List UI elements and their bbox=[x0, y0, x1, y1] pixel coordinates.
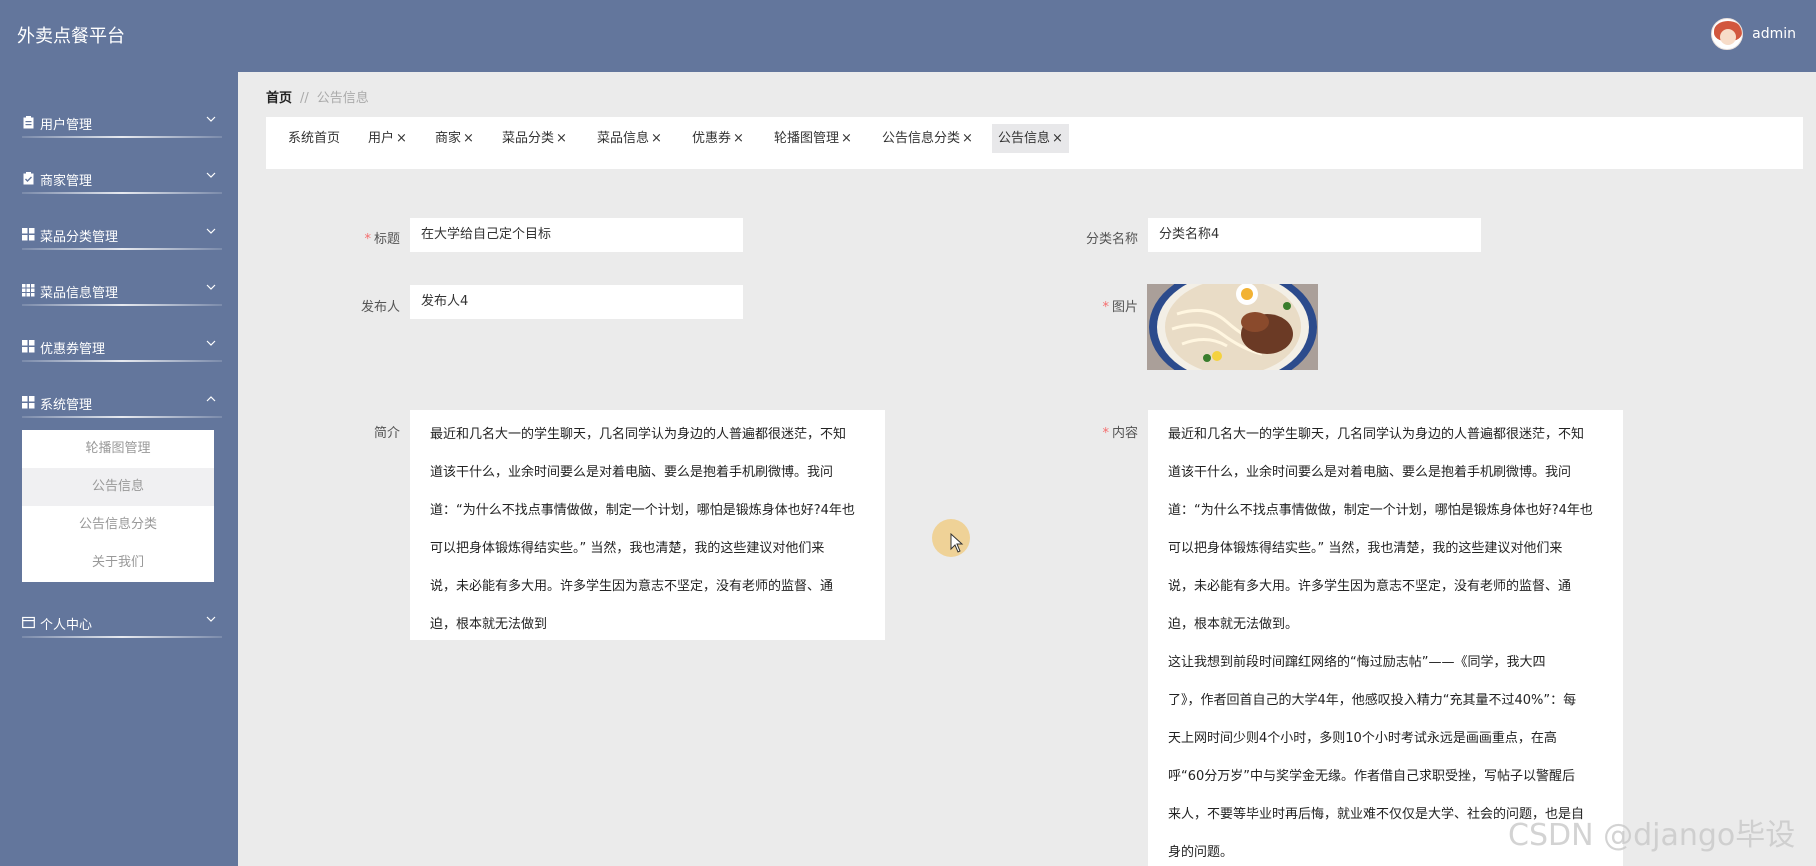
chevron-down-icon bbox=[206, 172, 216, 178]
tab-system-home[interactable]: 系统首页 bbox=[282, 124, 346, 153]
intro-text[interactable]: 最近和几名大一的学生聊天，几名同学认为身边的人普遍都很迷茫，不知 道该干什么，业… bbox=[410, 410, 885, 640]
divider bbox=[22, 416, 222, 418]
divider bbox=[22, 136, 222, 138]
chevron-down-icon bbox=[206, 284, 216, 290]
sidebar-item-label: 系统管理 bbox=[40, 398, 93, 413]
close-icon[interactable]: × bbox=[396, 131, 407, 146]
close-icon[interactable]: × bbox=[651, 131, 662, 146]
grid-icon bbox=[22, 396, 35, 409]
chevron-down-icon bbox=[206, 116, 216, 122]
title-label: * 标题 bbox=[364, 232, 400, 247]
close-icon[interactable]: × bbox=[962, 131, 973, 146]
category-label: 分类名称 bbox=[1085, 232, 1138, 247]
divider bbox=[22, 636, 222, 638]
breadcrumb: 首页 // 公告信息 bbox=[266, 87, 369, 106]
sidebar-item-merchant-management[interactable]: 商家管理 bbox=[0, 140, 238, 196]
sidebar-item-dish-info-management[interactable]: 菜品信息管理 bbox=[0, 252, 238, 308]
app-title: 外卖点餐平台 bbox=[17, 26, 125, 47]
sidebar-item-label: 商家管理 bbox=[40, 174, 93, 189]
avatar[interactable] bbox=[1711, 18, 1744, 50]
tab-bar: 系统首页 用户 × 商家 × 菜品分类 × 菜品信息 × 优惠券 × 轮播图管理 × 公告信… bbox=[266, 117, 1803, 169]
top-header: 外卖点餐平台 admin bbox=[0, 0, 1816, 72]
tab-dish-info[interactable]: 菜品信息 × bbox=[591, 124, 668, 153]
sidebar-item-personal-center[interactable]: 个人中心 bbox=[0, 584, 238, 640]
content-text[interactable]: 最近和几名大一的学生聊天，几名同学认为身边的人普遍都很迷茫，不知 道该干什么，业… bbox=[1148, 410, 1623, 866]
grid-9-icon bbox=[22, 284, 35, 297]
grid-icon bbox=[22, 340, 35, 353]
close-icon[interactable]: × bbox=[841, 131, 852, 146]
chevron-down-icon bbox=[206, 340, 216, 346]
submenu-item-announcement[interactable]: 公告信息 bbox=[22, 468, 214, 506]
divider bbox=[22, 304, 222, 306]
dish-image[interactable] bbox=[1147, 284, 1318, 370]
clipboard-check-icon bbox=[23, 172, 34, 185]
chevron-up-icon bbox=[206, 396, 216, 402]
chevron-down-icon bbox=[206, 228, 216, 234]
card-icon bbox=[22, 616, 35, 629]
sidebar-item-label: 个人中心 bbox=[40, 618, 93, 633]
tab-dish-category[interactable]: 菜品分类 × bbox=[496, 124, 573, 153]
breadcrumb-current: 公告信息 bbox=[316, 91, 369, 106]
sidebar-item-user-management[interactable]: 用户管理 bbox=[0, 84, 238, 140]
sidebar-item-label: 菜品分类管理 bbox=[40, 230, 119, 245]
intro-label: 简介 bbox=[373, 426, 400, 441]
divider bbox=[22, 248, 222, 250]
submenu-item-carousel[interactable]: 轮播图管理 bbox=[22, 430, 214, 468]
sidebar-item-dish-category-management[interactable]: 菜品分类管理 bbox=[0, 196, 238, 252]
sidebar-item-coupon-management[interactable]: 优惠券管理 bbox=[0, 308, 238, 364]
close-icon[interactable]: × bbox=[463, 131, 474, 146]
close-icon[interactable]: × bbox=[733, 131, 744, 146]
publisher-field[interactable]: 发布人4 bbox=[410, 285, 743, 319]
category-field[interactable]: 分类名称4 bbox=[1148, 218, 1481, 252]
publisher-label: 发布人 bbox=[360, 300, 400, 315]
tab-coupon[interactable]: 优惠券 × bbox=[686, 124, 750, 153]
chevron-down-icon bbox=[206, 616, 216, 622]
system-submenu: 轮播图管理 公告信息 公告信息分类 关于我们 bbox=[22, 430, 214, 582]
close-icon[interactable]: × bbox=[1052, 131, 1063, 146]
watermark: CSDN @django毕设 bbox=[1508, 818, 1796, 853]
tab-merchant[interactable]: 商家 × bbox=[429, 124, 480, 153]
breadcrumb-home[interactable]: 首页 bbox=[266, 91, 292, 106]
sidebar-item-label: 优惠券管理 bbox=[40, 342, 106, 357]
username[interactable]: admin bbox=[1752, 26, 1796, 42]
user-menu[interactable]: admin bbox=[1711, 18, 1796, 50]
mouse-cursor-icon bbox=[950, 533, 964, 553]
sidebar-item-label: 用户管理 bbox=[40, 118, 93, 133]
tab-announcement[interactable]: 公告信息 × bbox=[992, 124, 1069, 153]
clipboard-icon bbox=[23, 116, 34, 129]
divider bbox=[22, 192, 222, 194]
tab-carousel-management[interactable]: 轮播图管理 × bbox=[768, 124, 858, 153]
divider bbox=[22, 360, 222, 362]
breadcrumb-separator: // bbox=[300, 91, 309, 106]
close-icon[interactable]: × bbox=[556, 131, 567, 146]
grid-icon bbox=[22, 228, 35, 241]
submenu-item-announcement-category[interactable]: 公告信息分类 bbox=[22, 506, 214, 544]
tab-announcement-category[interactable]: 公告信息分类 × bbox=[876, 124, 979, 153]
submenu-item-about-us[interactable]: 关于我们 bbox=[22, 544, 214, 582]
sidebar-item-label: 菜品信息管理 bbox=[40, 286, 119, 301]
title-field[interactable]: 在大学给自己定个目标 bbox=[410, 218, 743, 252]
sidebar-item-system-management[interactable]: 系统管理 bbox=[0, 364, 238, 420]
tab-user[interactable]: 用户 × bbox=[362, 124, 413, 153]
content-label: * 内容 bbox=[1102, 426, 1138, 441]
image-label: * 图片 bbox=[1102, 300, 1138, 315]
